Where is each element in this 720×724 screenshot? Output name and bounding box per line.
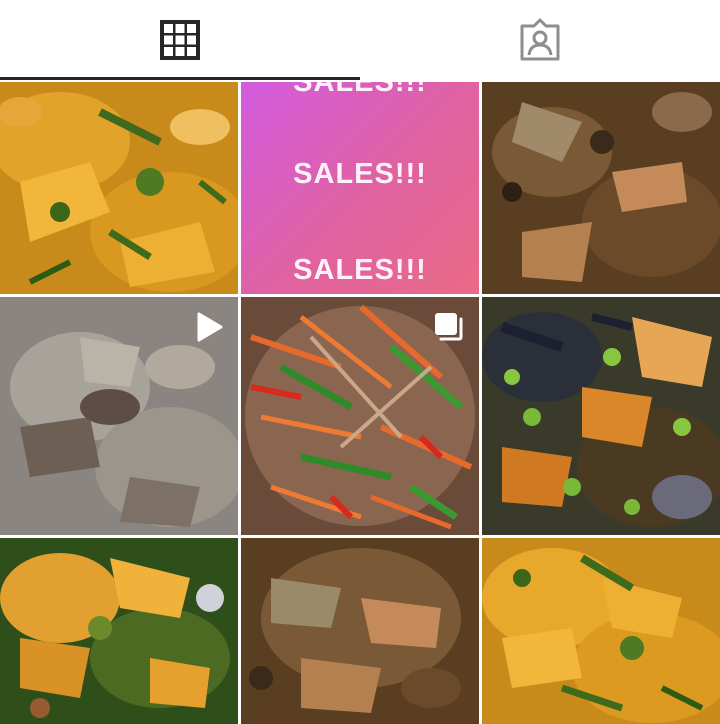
tagged-person-icon	[520, 18, 560, 61]
active-tab-indicator	[0, 77, 360, 80]
tab-tagged-posts[interactable]	[360, 0, 720, 80]
post-thumbnail[interactable]	[482, 82, 720, 294]
grid-icon	[160, 20, 200, 60]
posts-grid: SALES!!! SALES!!! SALES!!!	[0, 82, 720, 724]
post-thumbnail[interactable]	[482, 297, 720, 535]
post-image	[482, 538, 720, 724]
post-thumbnail[interactable]	[0, 538, 238, 724]
post-image	[0, 82, 238, 294]
post-thumbnail[interactable]	[241, 297, 479, 535]
post-sales-graphic[interactable]: SALES!!! SALES!!! SALES!!!	[241, 82, 479, 294]
post-image	[241, 538, 479, 724]
post-image	[482, 82, 720, 294]
post-image	[482, 297, 720, 535]
sales-text-line: SALES!!!	[293, 82, 427, 98]
post-thumbnail[interactable]	[0, 297, 238, 535]
carousel-icon	[435, 313, 463, 341]
post-image	[0, 538, 238, 724]
post-thumbnail[interactable]	[482, 538, 720, 724]
sales-text-line: SALES!!!	[293, 254, 427, 286]
video-play-icon	[197, 312, 223, 342]
post-thumbnail[interactable]	[241, 538, 479, 724]
profile-tab-bar	[0, 0, 720, 80]
tab-grid-posts[interactable]	[0, 0, 360, 80]
post-thumbnail[interactable]	[0, 82, 238, 294]
sales-text-line: SALES!!!	[293, 158, 427, 190]
